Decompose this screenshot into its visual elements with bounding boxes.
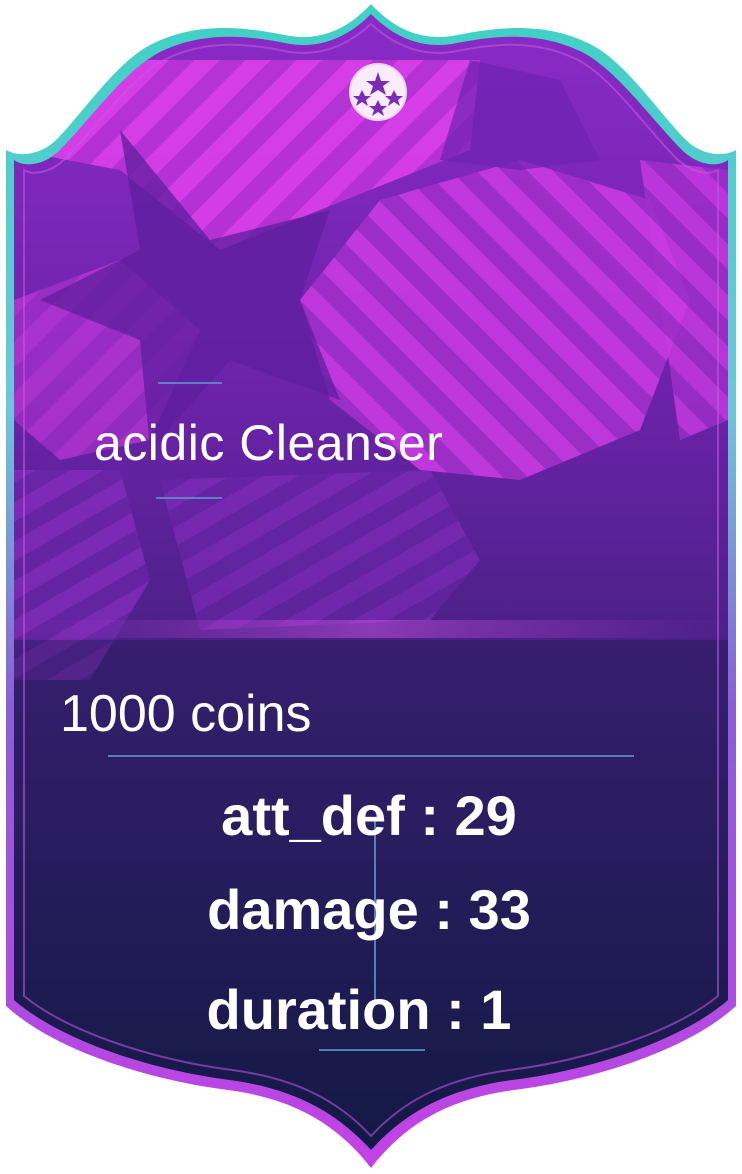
- champions-league-ball-icon: [349, 63, 407, 121]
- stat-duration: duration : 1: [206, 978, 512, 1041]
- card-name: acidic Cleanser: [94, 415, 444, 471]
- card-price: 1000 coins: [60, 685, 312, 743]
- name-divider-top: [158, 382, 222, 384]
- player-card[interactable]: acidic Cleanser 1000 coins att_def : 29 …: [0, 0, 742, 1174]
- bottom-divider: [319, 1049, 425, 1051]
- stat-att-def: att_def : 29: [221, 784, 517, 847]
- name-divider-bottom: [156, 497, 222, 499]
- stat-damage: damage : 33: [207, 878, 531, 941]
- price-divider: [108, 755, 634, 757]
